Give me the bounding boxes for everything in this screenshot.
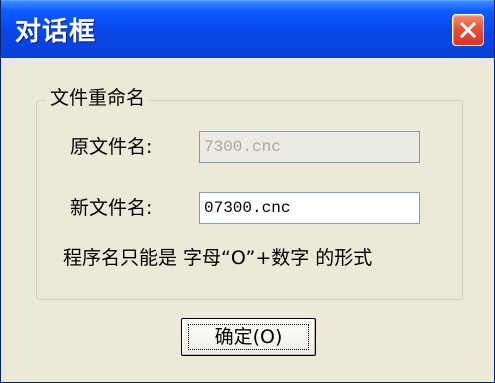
close-button[interactable]	[452, 14, 484, 46]
rename-group-title: 文件重命名	[46, 84, 150, 112]
program-name-hint: 程序名只能是 字母“O”+数字 的形式	[63, 247, 373, 269]
ok-button-label: 确定(O)	[214, 326, 283, 348]
ok-button[interactable]: 确定(O)	[181, 318, 316, 356]
new-filename-input[interactable]: 07300.cnc	[199, 192, 420, 224]
new-filename-label: 新文件名:	[70, 197, 153, 219]
close-icon	[459, 21, 477, 39]
original-filename-label: 原文件名:	[70, 136, 153, 158]
window-title: 对话框	[15, 17, 97, 47]
title-bar[interactable]: 对话框	[1, 0, 494, 58]
dialog-window: 对话框 文件重命名 原文件名: 7300.cnc 新文件名: 07300.cnc…	[0, 0, 495, 383]
original-filename-field: 7300.cnc	[199, 131, 420, 163]
